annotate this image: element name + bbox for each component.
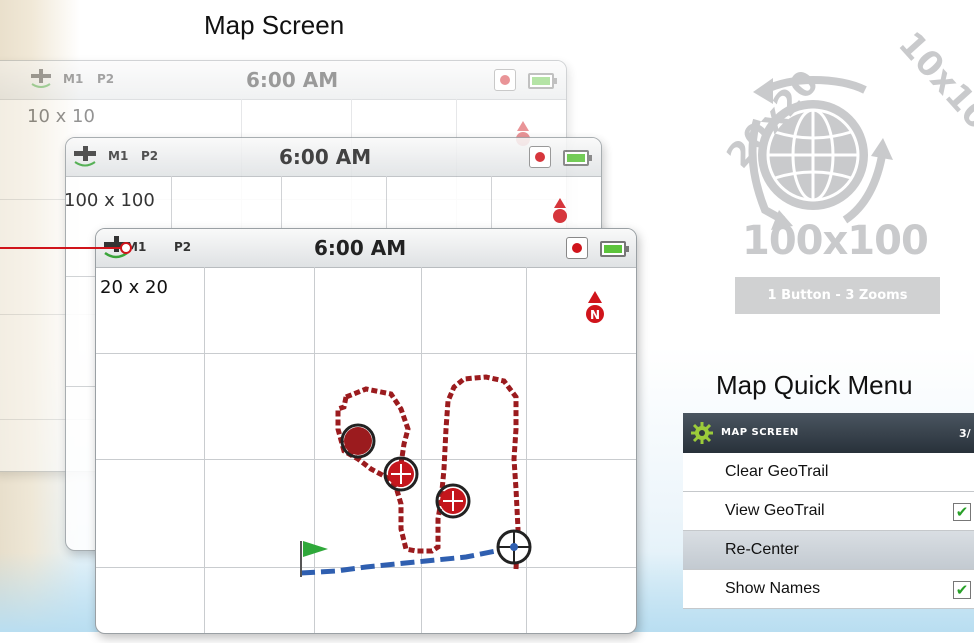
- target-icon: [383, 456, 419, 492]
- quick-menu-header: MAP SCREEN 3/: [683, 413, 974, 453]
- zoom-button-caption: 1 Button - 3 Zooms: [735, 277, 940, 314]
- target-icon: [340, 423, 376, 459]
- callout-line: [0, 247, 122, 249]
- record-button[interactable]: [529, 146, 551, 168]
- mode-m1: M1: [63, 72, 84, 86]
- map-screen-front: M1 P2 6:00 AM 20 x 20 N: [95, 228, 637, 634]
- zoom-label: 100 x 100: [65, 190, 155, 211]
- clock: 6:00 AM: [279, 145, 372, 169]
- mode-p2: P2: [141, 149, 159, 163]
- mode-p2: P2: [97, 72, 115, 86]
- detector-icon: [74, 146, 96, 167]
- menu-item-label: Clear GeoTrail: [725, 463, 829, 480]
- menu-item-show-names[interactable]: Show Names ✔: [683, 570, 974, 609]
- map-screen-title: Map Screen: [204, 10, 345, 40]
- checkbox-checked-icon[interactable]: ✔: [953, 503, 971, 521]
- north-arrow-icon: [553, 198, 567, 223]
- target-icon: [435, 483, 471, 519]
- callout-dot: [120, 242, 132, 254]
- menu-item-view-geotrail[interactable]: View GeoTrail ✔: [683, 492, 974, 531]
- zoom-label: 10 x 10: [27, 106, 95, 127]
- geotrail: [300, 374, 532, 577]
- menu-item-clear-geotrail[interactable]: Clear GeoTrail: [683, 453, 974, 492]
- quick-menu-page: 3/: [959, 427, 971, 440]
- quick-menu-title: Map Quick Menu: [716, 370, 913, 400]
- map-quick-menu: MAP SCREEN 3/ Clear GeoTrail View GeoTra…: [683, 413, 974, 643]
- status-bar: M1 P2 6:00 AM: [0, 61, 566, 100]
- quick-menu-heading: MAP SCREEN: [721, 427, 799, 438]
- menu-item-re-center[interactable]: Re-Center: [683, 531, 974, 570]
- menu-item-label: View GeoTrail: [725, 502, 825, 519]
- record-button[interactable]: [494, 69, 516, 91]
- menu-item-label: Re-Center: [725, 541, 799, 558]
- clock: 6:00 AM: [246, 68, 339, 92]
- zoom-cycle-diagram: 20x20 10x10: [719, 24, 974, 230]
- detector-icon: [31, 69, 51, 88]
- zoom-10-label: 10x10: [890, 24, 974, 137]
- gear-icon: [691, 422, 713, 444]
- battery-icon: [563, 150, 592, 166]
- crosshair-target-icon: [496, 529, 532, 565]
- menu-item-label: Show Names: [725, 580, 821, 597]
- mode-m1: M1: [108, 149, 129, 163]
- zoom-100-label: 100x100: [742, 218, 929, 264]
- battery-icon: [528, 73, 557, 89]
- checkbox-checked-icon[interactable]: ✔: [953, 581, 971, 599]
- status-bar: M1 P2 6:00 AM: [66, 138, 601, 177]
